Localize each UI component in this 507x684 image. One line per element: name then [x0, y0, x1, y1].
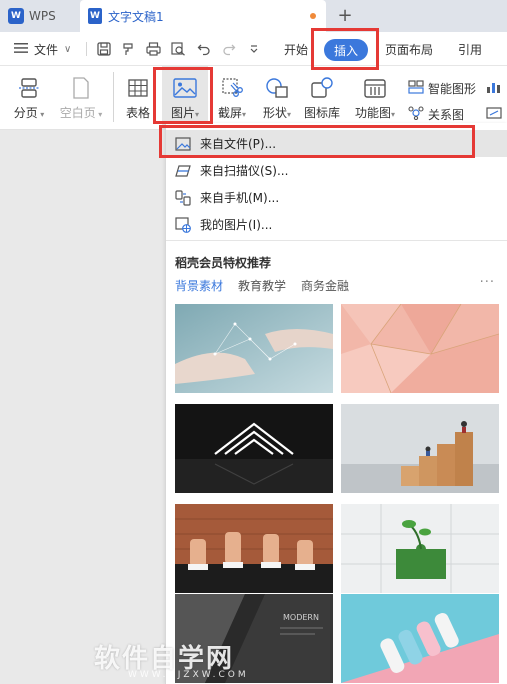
scanner-icon: [175, 163, 191, 179]
function-chart-button[interactable]: 功能图▾: [350, 66, 400, 130]
picture-button[interactable]: 图片▾: [162, 66, 208, 130]
thumbnail-hands-network[interactable]: [175, 304, 333, 393]
save-icon[interactable]: [96, 41, 112, 57]
menu-divider: [86, 42, 87, 56]
menu-divider: [166, 240, 507, 241]
tab-page-layout[interactable]: 页面布局: [385, 32, 433, 66]
page-break-icon: [16, 76, 42, 100]
function-chart-label: 功能图▾: [354, 106, 396, 120]
document-tab-title: 文字文稿1: [108, 9, 164, 24]
title-bar: W WPS W 文字文稿1 +: [0, 0, 507, 32]
from-phone-label: 来自手机(M)...: [200, 191, 280, 205]
print-preview-icon[interactable]: [170, 41, 186, 57]
category-background[interactable]: 背景素材: [175, 277, 223, 294]
icon-library-icon: [309, 76, 335, 100]
file-menu-button[interactable]: 文件 ∨: [14, 32, 71, 66]
thumbnail-stairs-figures[interactable]: [341, 404, 499, 493]
scissors-icon: [219, 76, 245, 100]
table-icon: [125, 76, 151, 100]
blank-page-button[interactable]: 空白页 ▾: [56, 66, 106, 130]
format-painter-icon[interactable]: [120, 41, 136, 57]
menu-item-from-scanner[interactable]: 来自扫描仪(S)...: [166, 157, 507, 184]
thumbnail-thumbs-up[interactable]: [175, 504, 333, 593]
category-education[interactable]: 教育教学: [238, 277, 286, 294]
ribbon-divider: [113, 72, 114, 122]
menu-item-from-phone[interactable]: 来自手机(M)...: [166, 184, 507, 211]
from-file-label: 来自文件(P)...: [200, 137, 277, 151]
new-tab-button[interactable]: +: [334, 4, 356, 26]
thumbnail-puzzle-sprout[interactable]: [341, 504, 499, 593]
function-chart-icon: [362, 76, 388, 100]
file-menu-label: 文件: [34, 42, 59, 57]
phone-transfer-icon: [175, 189, 191, 206]
menu-item-my-pictures[interactable]: 我的图片(I)...: [166, 211, 507, 238]
tab-insert[interactable]: 插入: [324, 39, 368, 61]
recommend-section-title: 稻壳会员特权推荐: [175, 256, 272, 270]
relation-chart-label: 关系图: [428, 107, 465, 122]
menu-bar: 文件 ∨ 开始 插入 页面布局 引用: [0, 32, 507, 66]
redo-icon[interactable]: [221, 41, 237, 57]
my-pictures-label: 我的图片(I)...: [200, 218, 273, 232]
cloud-picture-icon: [175, 216, 191, 233]
blank-page-label: 空白页 ▾: [59, 106, 103, 120]
tab-home[interactable]: 开始: [284, 32, 308, 66]
chart-icon: [486, 80, 502, 97]
screenshot-button[interactable]: 截屏▾: [212, 66, 252, 130]
hamburger-icon: [14, 42, 28, 57]
icon-library-button[interactable]: 图标库: [302, 66, 342, 130]
insert-ribbon: 分页 ▾ 空白页 ▾ 表格 图片▾ 截屏▾ 形状▾ 图标库 功能图▾ 智能图形 …: [0, 66, 507, 130]
picture-dropdown-menu: 来自文件(P)... 来自扫描仪(S)... 来自手机(M)... 我的图片(I…: [165, 123, 507, 684]
writer-doc-icon: W: [88, 8, 102, 24]
table-button[interactable]: 表格: [122, 66, 154, 130]
menu-item-from-file[interactable]: 来自文件(P)...: [166, 130, 507, 157]
category-business[interactable]: 商务金融: [301, 277, 349, 294]
blank-page-icon: [68, 76, 94, 100]
watermark-url: WWW.RJZXW.COM: [128, 670, 249, 680]
shapes-button[interactable]: 形状▾: [256, 66, 298, 130]
customize-toolbar-icon[interactable]: [246, 41, 262, 57]
relation-chart-icon: [408, 105, 424, 123]
document-background: [0, 130, 165, 684]
thumbnail-pink-geometric[interactable]: [341, 304, 499, 393]
screenshot-label: 截屏▾: [217, 106, 247, 120]
table-label: 表格: [125, 106, 150, 120]
thumbnail-dark-triangles[interactable]: [175, 404, 333, 493]
shapes-icon: [264, 76, 290, 100]
chart-button[interactable]: [486, 78, 507, 98]
svg-text:MODERN: MODERN: [283, 613, 319, 622]
picture-label: 图片▾: [170, 106, 200, 120]
picture-icon: [172, 76, 198, 100]
wps-home-tab[interactable]: W WPS: [0, 0, 76, 32]
smart-art-label: 智能图形: [428, 81, 477, 96]
thumbnail-popsicles[interactable]: [341, 594, 499, 683]
from-scanner-label: 来自扫描仪(S)...: [200, 164, 289, 178]
undo-icon[interactable]: [196, 41, 212, 57]
image-file-icon: [175, 136, 191, 152]
online-chart-icon: [486, 106, 502, 123]
shapes-label: 形状▾: [262, 106, 292, 120]
wps-tab-label: WPS: [29, 9, 56, 23]
page-break-label: 分页 ▾: [13, 106, 45, 120]
wps-logo-icon: W: [8, 8, 24, 24]
icon-library-label: 图标库: [303, 106, 340, 120]
page-break-button[interactable]: 分页 ▾: [8, 66, 50, 130]
smart-art-icon: [408, 79, 424, 97]
smart-art-button[interactable]: 智能图形: [408, 78, 476, 98]
chevron-down-icon: ∨: [64, 43, 72, 55]
relation-chart-button[interactable]: 关系图: [408, 104, 464, 124]
more-categories-button[interactable]: ···: [480, 275, 495, 290]
tab-references[interactable]: 引用: [458, 32, 482, 66]
unsaved-dot-icon: [310, 13, 316, 19]
print-icon[interactable]: [145, 41, 161, 57]
document-tab[interactable]: W 文字文稿1: [80, 0, 326, 32]
more-ribbon-button[interactable]: [486, 104, 507, 124]
